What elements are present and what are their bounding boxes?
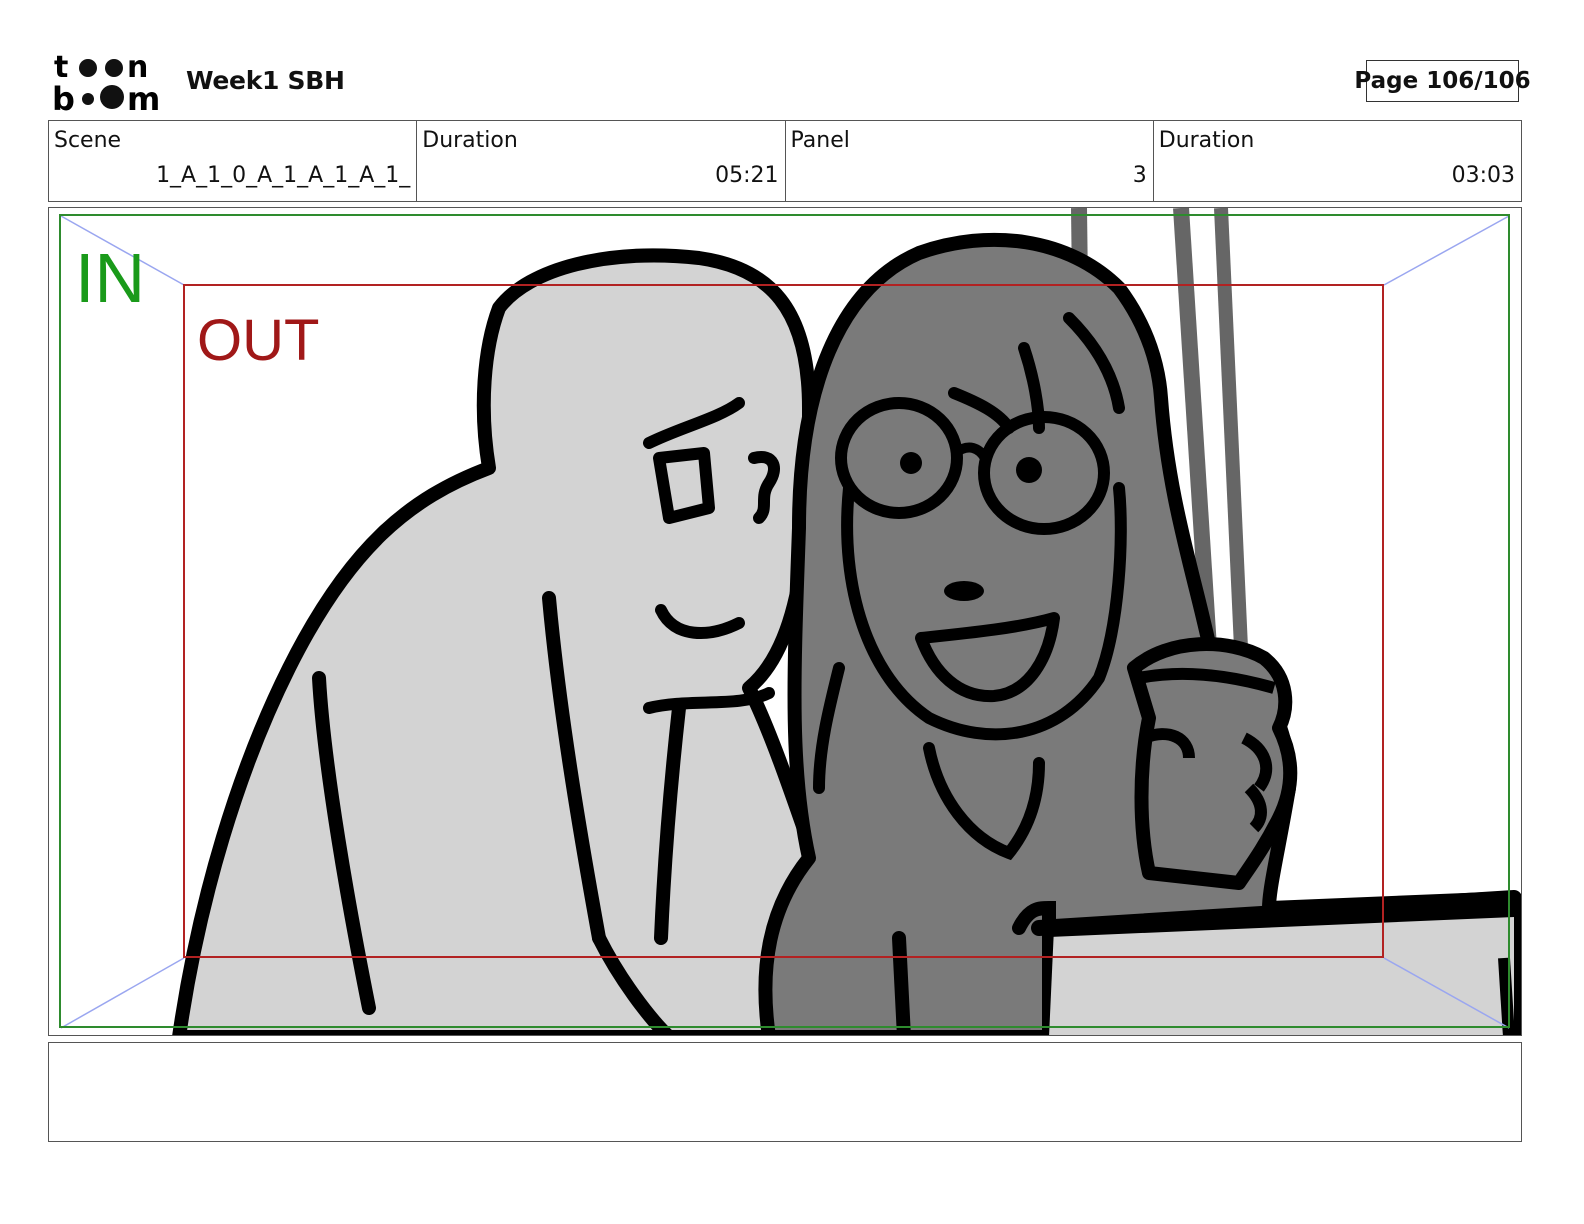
panel-notes-box <box>48 1042 1522 1142</box>
project-title: Week1 SBH <box>186 66 345 95</box>
panel-info-table: Scene 1_A_1_0_A_1_A_1_A_1_ Duration 05:2… <box>48 120 1522 202</box>
svg-text:m: m <box>127 80 160 114</box>
svg-text:b: b <box>52 80 75 114</box>
scene-label: Scene <box>54 128 122 153</box>
toon-boom-logo: t n b m <box>52 50 164 118</box>
page-number: Page 106/106 <box>1354 60 1531 102</box>
out-frame-label: OUT <box>197 308 319 373</box>
storyboard-panel-image: IN OUT <box>48 207 1522 1036</box>
scene-duration-label: Duration <box>422 128 518 153</box>
dark-character-drawing <box>758 232 1521 1035</box>
in-frame-label: IN <box>75 239 145 317</box>
scene-duration-value: 05:21 <box>715 163 779 188</box>
panel-value: 3 <box>1132 163 1147 188</box>
scene-cell: Scene 1_A_1_0_A_1_A_1_A_1_ <box>49 121 418 201</box>
panel-duration-label: Duration <box>1158 128 1255 153</box>
scene-duration-cell: Duration 05:21 <box>417 121 786 201</box>
scene-value: 1_A_1_0_A_1_A_1_A_1_ <box>156 163 411 188</box>
panel-duration-cell: Duration 03:03 <box>1154 121 1521 201</box>
panel-duration-value: 03:03 <box>1451 163 1515 188</box>
panel-cell: Panel 3 <box>786 121 1154 201</box>
panel-label: Panel <box>790 128 850 153</box>
